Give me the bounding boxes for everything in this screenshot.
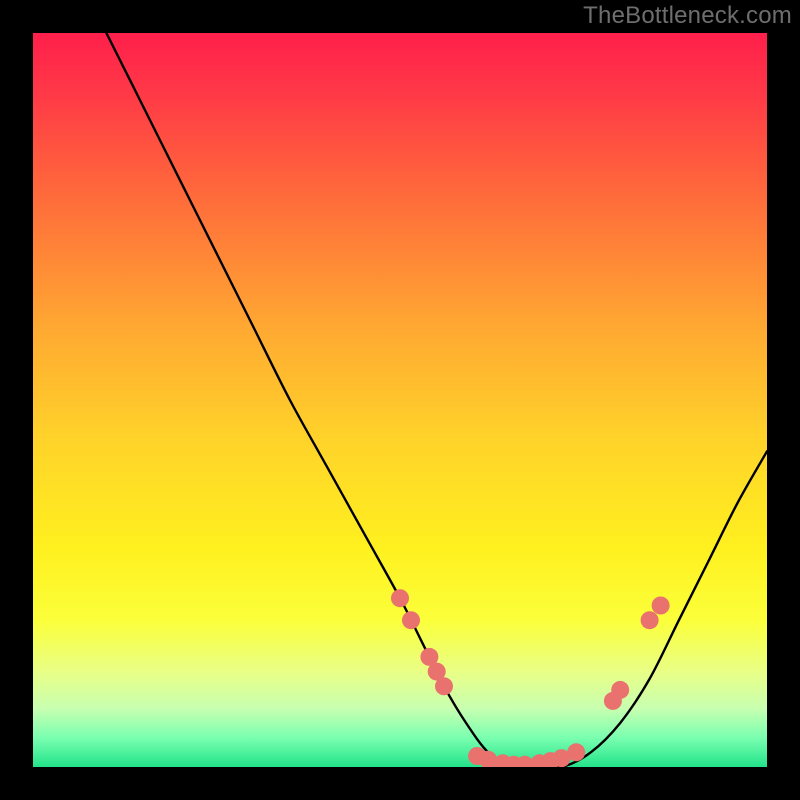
curve-marker [402,611,420,629]
chart-frame: TheBottleneck.com [0,0,800,800]
curve-markers [391,589,670,767]
bottleneck-curve-svg [33,33,767,767]
plot-area [33,33,767,767]
curve-marker [435,677,453,695]
curve-marker [652,597,670,615]
curve-marker [611,681,629,699]
curve-marker [391,589,409,607]
curve-marker [567,743,585,761]
curve-marker [641,611,659,629]
attribution-label: TheBottleneck.com [583,2,792,30]
